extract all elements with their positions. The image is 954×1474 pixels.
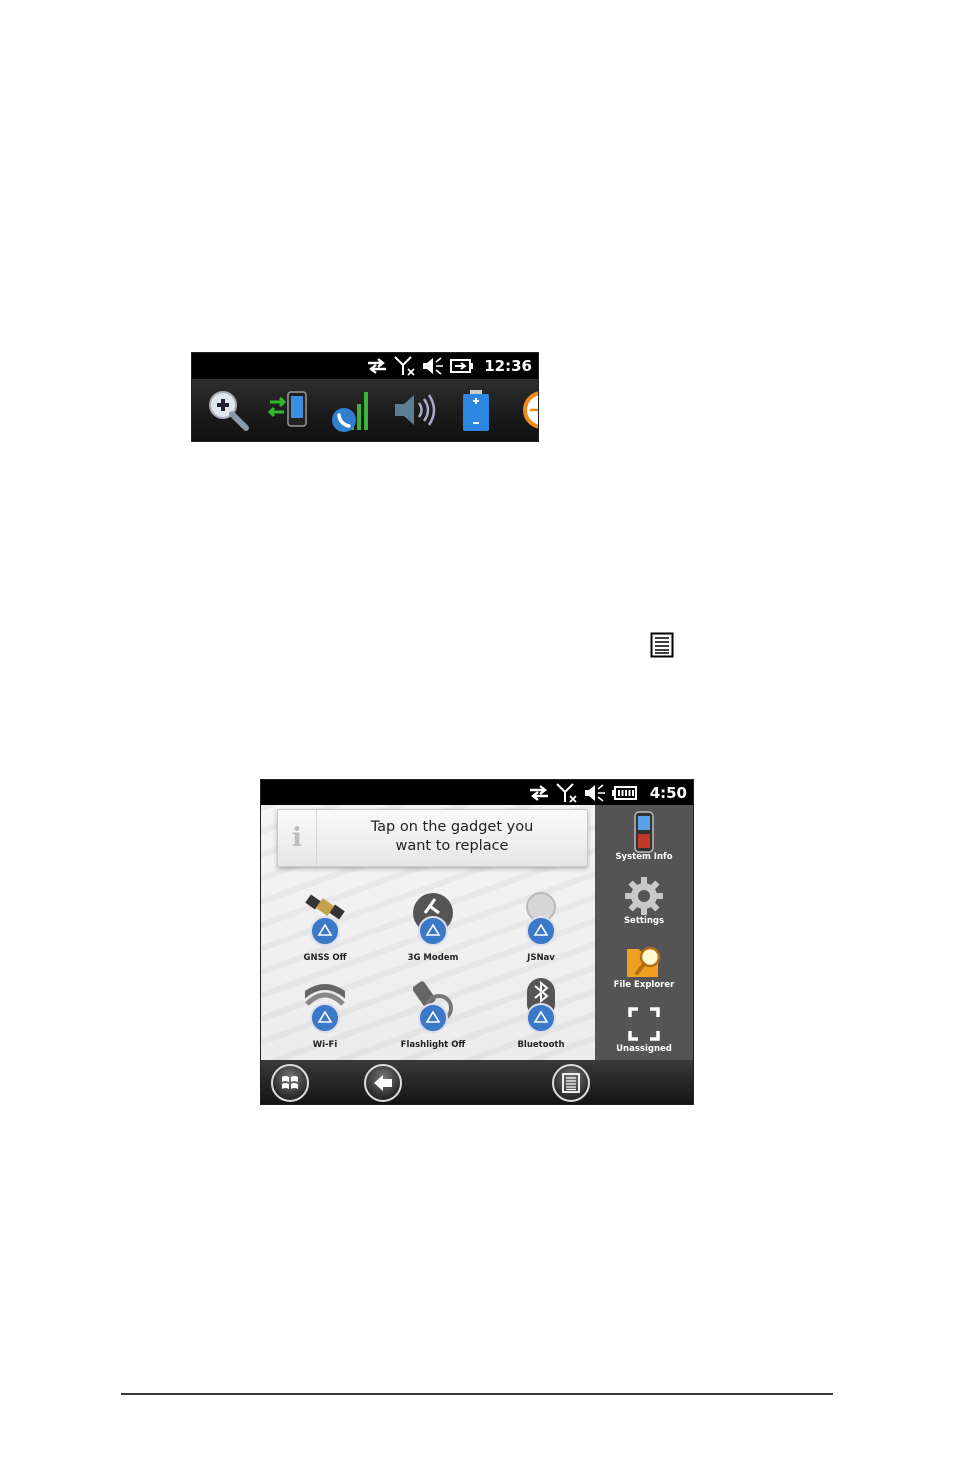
gadget-jsnav[interactable]: JSNav [496, 891, 586, 973]
gadget-label: JSNav [527, 953, 555, 963]
softkey-bar [261, 1060, 693, 1104]
wifi-icon [305, 984, 345, 1033]
sidebar-item-unassigned[interactable]: Unassigned [595, 999, 693, 1061]
menu-button[interactable] [552, 1064, 590, 1102]
sidebar: System Info Settings File Explorer Unass… [595, 805, 693, 1060]
sidebar-item-settings[interactable]: Settings [595, 871, 693, 933]
flashlight-icon [413, 981, 453, 1033]
gear-icon [625, 877, 663, 915]
bluetooth-icon [526, 978, 556, 1033]
sync-arrows-icon[interactable] [528, 784, 550, 802]
gadget-flashlight[interactable]: Flashlight Off [388, 978, 478, 1060]
tooltip-line-1: Tap on the gadget you [370, 819, 534, 835]
phone-signal-icon[interactable] [330, 388, 374, 432]
info-icon: i [278, 810, 317, 866]
sidebar-label: Unassigned [616, 1044, 672, 1054]
replace-gadget-tooltip: i Tap on the gadget you want to replace [277, 809, 588, 867]
sync-arrows-icon[interactable] [366, 357, 388, 375]
sidebar-label: System Info [615, 852, 673, 862]
sidebar-item-system-info[interactable]: System Info [595, 807, 693, 869]
device-screenshot: 4:50 i Tap on the gadget you want to rep… [260, 779, 694, 1105]
gadget-label: GNSS Off [303, 953, 347, 963]
satellite-icon [305, 894, 345, 946]
back-arrow-icon [374, 1075, 392, 1091]
no-signal-icon[interactable] [394, 356, 416, 376]
back-button[interactable] [364, 1064, 402, 1102]
gadget-label: Bluetooth [517, 1040, 565, 1050]
tooltip-message: Tap on the gadget you want to replace [318, 818, 586, 856]
menu-list-icon [562, 1073, 580, 1093]
gadget-label: 3G Modem [407, 953, 459, 963]
muted-speaker-icon[interactable] [584, 783, 606, 802]
muted-speaker-icon[interactable] [422, 357, 444, 375]
volume-icon[interactable] [392, 388, 436, 432]
gadget-gnss[interactable]: GNSS Off [280, 891, 370, 973]
battery-full-icon[interactable] [611, 785, 638, 801]
status-bar: 12:36 [192, 353, 538, 379]
no-signal-icon[interactable] [555, 782, 578, 803]
zoom-in-icon[interactable] [206, 388, 250, 432]
tooltip-line-2: want to replace [395, 838, 509, 854]
clock-time[interactable]: 4:50 [650, 784, 687, 802]
battery-charging-icon[interactable] [450, 358, 474, 374]
taskbar-screenshot: 12:36 [191, 352, 539, 442]
sidebar-label: Settings [623, 916, 665, 926]
gadget-bluetooth[interactable]: Bluetooth [496, 978, 586, 1060]
clock-icon[interactable] [516, 388, 538, 432]
handheld-device-icon [634, 811, 654, 853]
jsnav-icon [526, 892, 556, 946]
tray-bar [192, 379, 538, 441]
clock-time[interactable]: 12:36 [484, 357, 532, 375]
sidebar-label: File Explorer [613, 980, 675, 990]
start-button[interactable] [271, 1064, 309, 1102]
phone-sync-icon[interactable] [268, 388, 312, 432]
menu-list-icon [650, 632, 674, 658]
gadget-3g-modem[interactable]: 3G Modem [388, 891, 478, 973]
gadget-wifi[interactable]: Wi-Fi [280, 978, 370, 1060]
modem-icon [413, 893, 453, 946]
sidebar-item-file-explorer[interactable]: File Explorer [595, 935, 693, 997]
empty-slot-icon [628, 1007, 660, 1041]
gadget-label: Wi-Fi [312, 1040, 338, 1050]
windows-logo-icon [282, 1076, 298, 1089]
footer-rule [121, 1393, 833, 1395]
gadget-label: Flashlight Off [400, 1040, 466, 1050]
folder-search-icon [627, 946, 661, 977]
battery-icon[interactable] [454, 388, 498, 432]
gadget-area: i Tap on the gadget you want to replace … [261, 805, 595, 1060]
device-status-bar: 4:50 [261, 780, 693, 805]
